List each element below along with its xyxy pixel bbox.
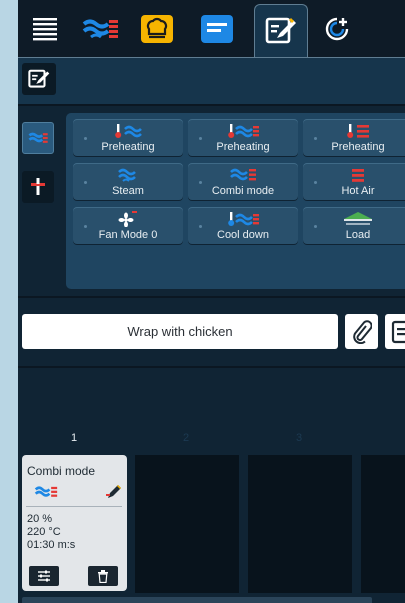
steam-icon [118, 168, 136, 182]
paperclip-icon [352, 319, 372, 344]
step-label: Hot Air [341, 185, 375, 197]
empty-step-slot[interactable] [248, 455, 352, 593]
step-preheating-hot-air[interactable]: Preheating [303, 119, 405, 157]
edit-program-icon [265, 17, 296, 44]
slot-number-1: 1 [71, 432, 78, 444]
slot-number-3: 3 [296, 432, 303, 444]
edit-program-button[interactable] [22, 63, 56, 95]
divider [18, 296, 405, 298]
step-label: Steam [112, 185, 144, 197]
hot-air-icon [352, 169, 364, 182]
load-tray-icon [344, 212, 372, 225]
fan-icon [118, 211, 137, 227]
combi-icon [230, 168, 256, 181]
step-card-icons [34, 483, 124, 501]
cooking-step-palette: Preheating Preheating Preheating Steam C… [66, 113, 405, 289]
steam-heat-icon [82, 19, 118, 39]
step-combi-mode[interactable]: Combi mode [188, 163, 298, 201]
combi-thermometer-icon [228, 124, 259, 138]
delete-step-button[interactable] [88, 566, 118, 586]
step-hot-air[interactable]: Hot Air [303, 163, 405, 201]
step-fan-mode[interactable]: Fan Mode 0 [73, 207, 183, 245]
hotair-thermometer-icon [347, 124, 369, 138]
editor-toolbar [18, 57, 405, 104]
chef-hat-icon [141, 15, 173, 43]
divider [26, 506, 122, 507]
program-info-button[interactable] [385, 314, 405, 349]
app-frame: Preheating Preheating Preheating Steam C… [18, 0, 405, 603]
menu-icon [33, 18, 57, 41]
steam-thermometer-icon [115, 124, 142, 138]
scroll-indicator[interactable] [22, 597, 372, 603]
cool-down-icon [228, 212, 259, 226]
program-name-field[interactable] [22, 314, 338, 349]
tab-programs[interactable] [190, 4, 244, 54]
step-cool-down[interactable]: Cool down [188, 207, 298, 245]
edit-icon [28, 69, 50, 88]
divider [18, 366, 405, 368]
slot-number-2: 2 [183, 432, 190, 444]
top-tab-bar [18, 0, 405, 57]
step-preheating-combi[interactable]: Preheating [188, 119, 298, 157]
category-cooking-steps[interactable] [22, 122, 54, 154]
trash-icon [98, 569, 108, 583]
step-settings-button[interactable] [29, 566, 59, 586]
tab-program-editor[interactable] [254, 4, 308, 57]
steam-heat-icon [28, 132, 48, 143]
tab-menu[interactable] [18, 4, 72, 54]
step-card-title: Combi mode [27, 464, 96, 478]
step-steam[interactable]: Steam [73, 163, 183, 201]
step-time: 01:30 m:s [27, 539, 76, 551]
step-label: Preheating [216, 141, 270, 153]
step-label: Preheating [101, 141, 155, 153]
step-label: Load [345, 229, 371, 241]
notes-icon [201, 15, 233, 43]
notes-icon [391, 320, 405, 343]
step-load[interactable]: Load [303, 207, 405, 245]
tab-cooking-modes[interactable] [73, 4, 127, 54]
add-cycle-icon [325, 17, 349, 41]
step-humidity: 20 % [27, 513, 53, 525]
empty-step-slot[interactable] [135, 455, 239, 593]
empty-step-slot[interactable] [361, 455, 405, 593]
step-label: Fan Mode 0 [98, 229, 158, 241]
step-label: Cool down [217, 229, 269, 241]
step-temperature: 220 °C [27, 526, 61, 538]
step-label: Preheating [331, 141, 385, 153]
step-label: Combi mode [211, 185, 275, 197]
category-special-functions[interactable] [22, 171, 54, 203]
program-step-card[interactable]: Combi mode 20 % 220 °C 01:30 m:s [22, 455, 127, 591]
step-preheating-steam[interactable]: Preheating [73, 119, 183, 157]
tab-intelligent-cooking[interactable] [130, 4, 184, 54]
special-function-icon [31, 178, 45, 195]
combi-icon [34, 486, 58, 497]
tab-add-cycle[interactable] [310, 4, 364, 54]
edit-icon [106, 485, 121, 498]
divider [18, 104, 405, 106]
attach-button[interactable] [345, 314, 378, 349]
sliders-icon [38, 570, 50, 582]
